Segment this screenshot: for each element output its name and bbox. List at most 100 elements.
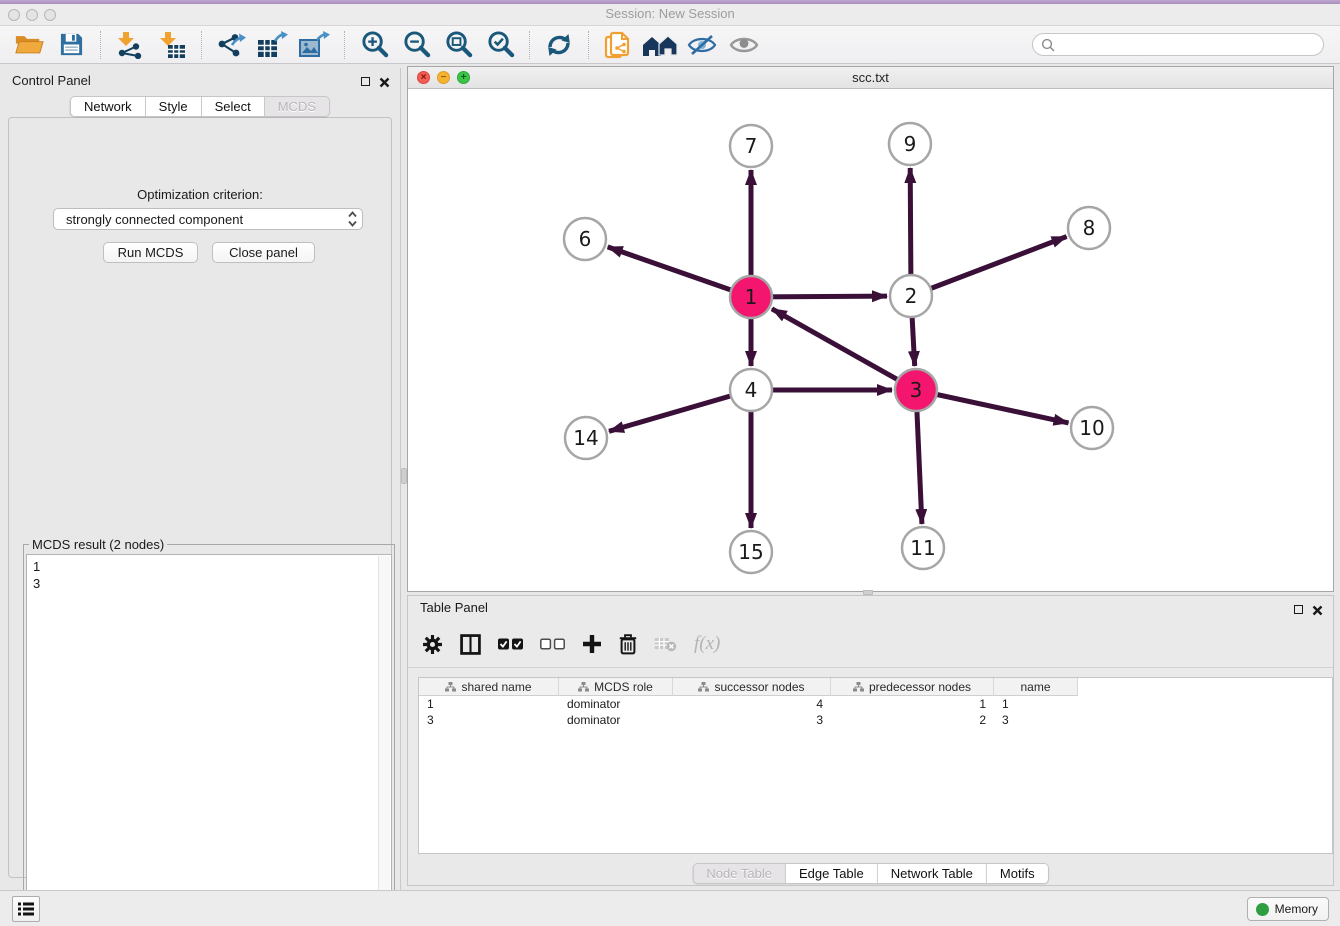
open-folder-icon bbox=[14, 32, 44, 57]
graph-edge-1-6[interactable] bbox=[608, 247, 751, 297]
column-header-successor-nodes[interactable]: successor nodes bbox=[673, 678, 831, 696]
control-panel-tabs: NetworkStyleSelectMCDS bbox=[70, 96, 330, 117]
graph-node-1[interactable]: 1 bbox=[730, 276, 772, 318]
table-settings-button[interactable] bbox=[422, 634, 443, 655]
task-history-button[interactable] bbox=[12, 896, 40, 922]
table-row[interactable]: 3dominator323 bbox=[419, 712, 1332, 728]
zoom-fit-button[interactable] bbox=[440, 28, 476, 62]
search-input[interactable] bbox=[1060, 38, 1315, 52]
search-icon bbox=[1041, 38, 1055, 52]
zoom-fit-icon bbox=[444, 30, 473, 59]
tab-style[interactable]: Style bbox=[146, 97, 202, 116]
column-header-name[interactable]: name bbox=[994, 678, 1078, 696]
mcds-panel: Optimization criterion: strongly connect… bbox=[8, 117, 392, 878]
sort-tree-icon bbox=[578, 682, 589, 692]
zoom-out-button[interactable] bbox=[398, 28, 434, 62]
result-scrollbar[interactable] bbox=[378, 556, 390, 913]
show-columns-button[interactable] bbox=[460, 634, 481, 655]
import-network-icon bbox=[116, 31, 144, 59]
open-session-button[interactable] bbox=[11, 28, 47, 62]
svg-text:2: 2 bbox=[905, 284, 918, 308]
cell-name[interactable]: 1 bbox=[994, 696, 1078, 712]
cell-mcds_role[interactable]: dominator bbox=[559, 712, 673, 728]
cell-predecessor_nodes[interactable]: 2 bbox=[831, 712, 994, 728]
list-icon bbox=[17, 901, 35, 917]
cell-mcds_role[interactable]: dominator bbox=[559, 696, 673, 712]
tab-node-table[interactable]: Node Table bbox=[693, 864, 786, 883]
import-table-icon bbox=[158, 31, 186, 59]
tab-select[interactable]: Select bbox=[202, 97, 265, 116]
refresh-view-button[interactable] bbox=[541, 28, 577, 62]
houses-icon bbox=[642, 32, 678, 58]
close-table-panel-icon[interactable] bbox=[1312, 605, 1323, 616]
column-header-shared-name[interactable]: shared name bbox=[419, 678, 559, 696]
cell-shared_name[interactable]: 1 bbox=[419, 696, 559, 712]
cell-shared_name[interactable]: 3 bbox=[419, 712, 559, 728]
graph-node-11[interactable]: 11 bbox=[902, 527, 944, 569]
graph-edge-3-10[interactable] bbox=[916, 390, 1069, 423]
status-bar: Memory bbox=[0, 890, 1340, 926]
tab-mcds[interactable]: MCDS bbox=[265, 97, 329, 116]
save-session-button[interactable] bbox=[53, 28, 89, 62]
cell-successor_nodes[interactable]: 3 bbox=[673, 712, 831, 728]
eye-slash-icon bbox=[687, 34, 717, 56]
zoom-in-button[interactable] bbox=[356, 28, 392, 62]
criterion-select[interactable]: strongly connected component bbox=[53, 208, 363, 230]
graph-node-15[interactable]: 15 bbox=[730, 531, 772, 573]
tab-network[interactable]: Network bbox=[71, 97, 146, 116]
float-table-panel-icon[interactable] bbox=[1294, 601, 1303, 619]
create-column-button[interactable] bbox=[582, 634, 602, 654]
export-image-icon bbox=[299, 31, 331, 59]
cell-name[interactable]: 3 bbox=[994, 712, 1078, 728]
graph-node-3[interactable]: 3 bbox=[895, 369, 937, 411]
graph-node-10[interactable]: 10 bbox=[1071, 407, 1113, 449]
cell-predecessor_nodes[interactable]: 1 bbox=[831, 696, 994, 712]
zoom-selected-button[interactable] bbox=[482, 28, 518, 62]
memory-button[interactable]: Memory bbox=[1247, 897, 1329, 921]
tab-motifs[interactable]: Motifs bbox=[987, 864, 1048, 883]
import-network-button[interactable] bbox=[112, 28, 148, 62]
delete-column-button[interactable] bbox=[619, 634, 637, 655]
graph-edge-2-8[interactable] bbox=[911, 237, 1067, 296]
run-mcds-button[interactable]: Run MCDS bbox=[103, 242, 198, 263]
eye-icon bbox=[729, 35, 759, 55]
graph-node-14[interactable]: 14 bbox=[565, 417, 607, 459]
hide-selected-button[interactable] bbox=[684, 28, 720, 62]
toolbar-divider bbox=[408, 667, 1333, 668]
export-network-button[interactable] bbox=[213, 28, 249, 62]
deselect-all-columns-button[interactable] bbox=[540, 638, 565, 650]
network-window-titlebar[interactable]: × − + scc.txt bbox=[408, 67, 1333, 89]
column-header-predecessor-nodes[interactable]: predecessor nodes bbox=[831, 678, 994, 696]
mcds-result-area[interactable]: 1 3 bbox=[26, 554, 392, 915]
export-image-button[interactable] bbox=[297, 28, 333, 62]
graph-node-2[interactable]: 2 bbox=[890, 275, 932, 317]
search-box[interactable] bbox=[1032, 33, 1324, 56]
table-row[interactable]: 1dominator411 bbox=[419, 696, 1332, 712]
show-all-button[interactable] bbox=[726, 28, 762, 62]
tab-edge-table[interactable]: Edge Table bbox=[786, 864, 878, 883]
unchecked-boxes-icon bbox=[540, 638, 565, 650]
graph-node-7[interactable]: 7 bbox=[730, 125, 772, 167]
toolbar-separator bbox=[529, 31, 530, 59]
network-graph: 1 2 3 4 6 7 8 9 10 11 14 15 bbox=[408, 89, 1333, 591]
close-panel-icon[interactable] bbox=[379, 77, 390, 88]
clone-network-button[interactable] bbox=[600, 28, 636, 62]
select-all-columns-button[interactable] bbox=[498, 638, 523, 650]
toolbar-separator bbox=[344, 31, 345, 59]
float-panel-icon[interactable] bbox=[361, 73, 370, 91]
export-table-button[interactable] bbox=[255, 28, 291, 62]
column-header-mcds-role[interactable]: MCDS role bbox=[559, 678, 673, 696]
cell-successor_nodes[interactable]: 4 bbox=[673, 696, 831, 712]
graph-node-6[interactable]: 6 bbox=[564, 218, 606, 260]
gear-icon bbox=[422, 634, 443, 655]
close-panel-button[interactable]: Close panel bbox=[212, 242, 315, 263]
graph-node-4[interactable]: 4 bbox=[730, 369, 772, 411]
import-table-button[interactable] bbox=[154, 28, 190, 62]
graph-node-8[interactable]: 8 bbox=[1068, 207, 1110, 249]
network-canvas[interactable]: 1 2 3 4 6 7 8 9 10 11 14 15 bbox=[408, 89, 1333, 591]
graph-edge-3-1[interactable] bbox=[772, 309, 916, 390]
duplicate-document-icon bbox=[604, 30, 632, 60]
home-networks-button[interactable] bbox=[642, 28, 678, 62]
graph-node-9[interactable]: 9 bbox=[889, 123, 931, 165]
tab-network-table[interactable]: Network Table bbox=[878, 864, 987, 883]
